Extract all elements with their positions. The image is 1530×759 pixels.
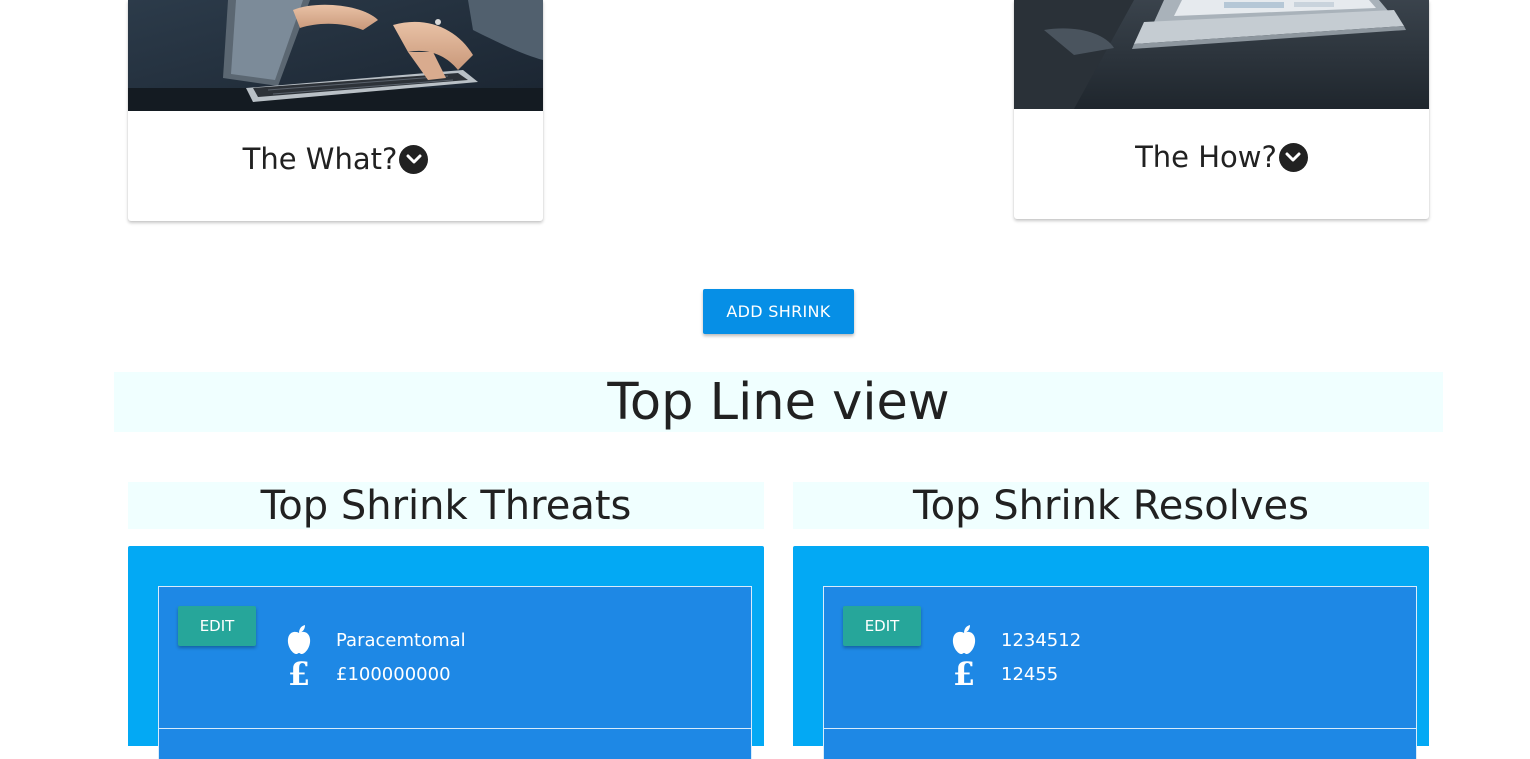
threats-panel: EDIT Paracemtomal £ £100000000 [128,546,764,759]
list-item: EDIT 1234512 £ 12455 [823,586,1417,729]
card-title-the-how: The How? [1014,140,1429,174]
laptop-typing-photo [128,0,543,111]
edit-button[interactable]: EDIT [843,606,921,646]
apple-icon [949,625,979,655]
threats-header: Top Shrink Threats [128,482,764,529]
shrink-value: £100000000 [336,663,451,685]
page-title: Top Line view [607,373,950,432]
resolves-title: Top Shrink Resolves [913,483,1309,529]
threats-title: Top Shrink Threats [260,483,632,529]
card-the-how: The How? [1014,0,1429,219]
add-shrink-button[interactable]: ADD SHRINK [703,289,854,334]
top-line-view-header: Top Line view [114,372,1443,432]
resolves-panel: EDIT 1234512 £ 12455 [793,546,1429,759]
value-row: £ 12455 [949,655,1059,693]
card-title-the-what: The What? [128,142,543,176]
the-how-label: The How? [1135,140,1277,174]
product-name: 1234512 [1001,629,1082,651]
list-item [823,728,1417,759]
pound-icon: £ [287,655,311,693]
shrink-value: 12455 [1001,663,1059,685]
list-item: EDIT Paracemtomal £ £100000000 [158,586,752,729]
resolves-header: Top Shrink Resolves [793,482,1429,529]
card-the-what: The What? [128,0,543,221]
laptop-desk-photo [1014,0,1429,109]
list-item [158,728,752,759]
product-row: 1234512 [949,625,1081,655]
chevron-down-circle-icon[interactable] [399,144,429,174]
pound-icon: £ [952,655,976,693]
the-what-label: The What? [242,142,398,176]
product-row: Paracemtomal [284,625,466,655]
chevron-down-circle-icon[interactable] [1278,142,1308,172]
apple-icon [284,625,314,655]
product-name: Paracemtomal [336,629,466,651]
value-row: £ £100000000 [284,655,451,693]
edit-button[interactable]: EDIT [178,606,256,646]
